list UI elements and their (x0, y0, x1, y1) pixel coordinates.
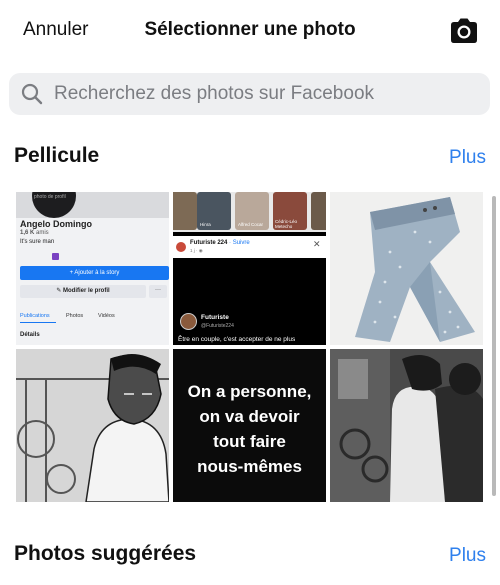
gym-photo (330, 349, 483, 502)
top-bar: Annuler Sélectionner une photo (0, 0, 500, 62)
photo-manga-gym[interactable] (16, 349, 169, 502)
camera-roll-title: Pellicule (14, 144, 100, 167)
edit-profile-button: ✎ Modifier le profil (20, 285, 146, 298)
suggested-photos-title: Photos suggérées (14, 542, 197, 565)
camera-roll-more-button[interactable]: Plus (449, 147, 486, 169)
story-name: Cédric-Léo Metecho (275, 219, 298, 229)
profile-bio: It's sure man (20, 239, 55, 245)
story-thumb (311, 192, 326, 230)
profile-details: Détails (20, 332, 40, 338)
stories-strip: Hinra Alfred Cocar Cédric-Léo Metecho (173, 192, 326, 232)
quote-line: On a personne, (187, 382, 312, 401)
photo-profile-screenshot[interactable]: photo de profil Angelo Domingo 1,6 K ami… (16, 192, 169, 345)
post-text: Être en couple, c'est accepter de ne plu… (178, 336, 296, 343)
story-name: Hinra (200, 222, 211, 227)
jeans-image (330, 192, 483, 345)
page-avatar (176, 242, 186, 252)
story-thumb (173, 192, 197, 230)
profile-friends: 1,6 K amis (20, 230, 49, 236)
search-icon (21, 83, 43, 105)
profile-tab-videos: Vidéos (98, 313, 115, 319)
page-name: Futuriste 224 · Suivre (190, 240, 250, 246)
scrollbar[interactable] (492, 196, 496, 496)
search-input[interactable]: Recherchez des photos sur Facebook (54, 83, 374, 105)
badge-icon (52, 253, 59, 260)
author-handle: @Futuriste224 (201, 323, 234, 329)
post-card: Futuriste 224 · Suivre 1 j · ◉ ✕ (173, 236, 326, 258)
post-meta: 1 j · ◉ (190, 248, 203, 253)
tab-underline (20, 322, 56, 323)
avatar-label: photo de profil (34, 194, 66, 200)
photo-gym[interactable] (330, 349, 483, 502)
photo-grid: photo de profil Angelo Domingo 1,6 K ami… (16, 192, 483, 502)
photo-jeans[interactable] (330, 192, 483, 345)
quote-line: tout faire (213, 432, 286, 451)
search-bar[interactable]: Recherchez des photos sur Facebook (9, 73, 490, 115)
profile-name: Angelo Domingo (20, 219, 92, 229)
camera-icon[interactable] (448, 16, 480, 46)
profile-tab-posts: Publications (20, 313, 50, 319)
photo-post-screenshot[interactable]: Hinra Alfred Cocar Cédric-Léo Metecho Fu… (173, 192, 326, 345)
more-icon: ··· (149, 285, 167, 298)
author-name: Futuriste (201, 314, 229, 321)
author-avatar (180, 313, 197, 330)
manga-illustration (16, 349, 169, 502)
quote-text: On a personne, on va devoir tout faire n… (173, 379, 326, 479)
close-icon: ✕ (313, 239, 321, 249)
add-story-button: + Ajouter à la story (20, 266, 169, 280)
quote-line: on va devoir (199, 407, 300, 426)
photo-quote[interactable]: On a personne, on va devoir tout faire n… (173, 349, 326, 502)
story-name: Alfred Cocar (238, 222, 264, 227)
suggested-more-button[interactable]: Plus (449, 545, 486, 567)
quote-line: nous-mêmes (197, 457, 302, 476)
page-title: Sélectionner une photo (144, 19, 356, 40)
profile-tab-photos: Photos (66, 313, 84, 319)
